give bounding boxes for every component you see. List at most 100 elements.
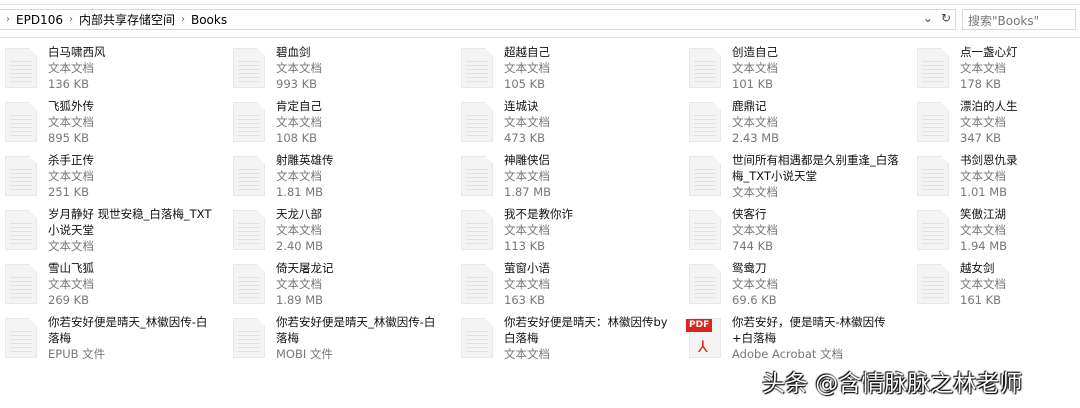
file-size: 1.81 MB <box>276 185 324 199</box>
file-size: 105 KB <box>504 77 546 91</box>
file-name: 书剑恩仇录 <box>960 153 1018 167</box>
file-type: 文本文档 <box>48 277 94 291</box>
file-name: 越女剑 <box>960 261 995 275</box>
breadcrumb-shared-storage[interactable]: 内部共享存储空间 <box>79 11 175 28</box>
address-bar[interactable]: › EPD106 › 内部共享存储空间 › Books ⌄ ↻ <box>0 9 956 30</box>
search-input[interactable]: 搜索"Books" <box>962 9 1076 30</box>
file-size: 347 KB <box>960 131 1002 145</box>
file-item[interactable]: 越女剑 文本文档 161 KB <box>917 260 1080 314</box>
file-type: 文本文档 <box>960 169 1006 183</box>
file-item[interactable]: 点一盏心灯文本文档 178 KB <box>917 44 1080 98</box>
file-item[interactable]: 白马啸西风 文本文档 136 KB <box>5 44 233 98</box>
text-file-icon <box>5 156 37 196</box>
file-item[interactable]: 倚天屠龙记 文本文档 1.89 MB <box>233 260 461 314</box>
file-type: 文本文档 <box>732 277 778 291</box>
text-file-icon <box>917 210 949 250</box>
file-item[interactable]: 你若安好便是晴天：林徽因传by白落梅文本文档 <box>461 314 689 368</box>
text-file-icon <box>233 102 265 142</box>
file-type: 文本文档 <box>276 277 322 291</box>
file-name: 碧血剑 <box>276 45 311 59</box>
pdf-file-icon: PDF ⅄ <box>686 318 721 358</box>
file-name: 杀手正传 <box>48 153 94 167</box>
file-type: 文本文档 <box>960 61 1006 75</box>
file-item[interactable]: 你若安好便是晴天_林徽因传-白落梅 EPUB 文件 <box>5 314 233 368</box>
file-name: 神雕侠侣 <box>504 153 550 167</box>
file-size: 744 KB <box>732 239 774 253</box>
file-item[interactable]: 杀手正传 文本文档 251 KB <box>5 152 233 206</box>
file-item[interactable]: 侠客行 文本文档 744 KB <box>689 206 917 260</box>
file-name: 你若安好便是晴天_林徽因传-白落梅 <box>276 315 436 345</box>
file-item[interactable]: 鹿鼎记 文本文档 2.43 MB <box>689 98 917 152</box>
text-file-icon <box>5 318 37 358</box>
file-name: 肯定自己 <box>276 99 322 113</box>
file-size: 136 KB <box>48 77 90 91</box>
file-item[interactable]: 创造自己 文本文档 101 KB <box>689 44 917 98</box>
file-name: 连城诀 <box>504 99 539 113</box>
file-item[interactable]: 碧血剑文本文档 993 KB <box>233 44 461 98</box>
chevron-down-icon[interactable]: ⌄ <box>923 11 933 25</box>
text-file-icon <box>917 156 949 196</box>
file-item[interactable]: 天龙八部 文本文档 2.40 MB <box>233 206 461 260</box>
text-file-icon <box>689 210 721 250</box>
file-type: 文本文档 <box>276 223 322 237</box>
file-item[interactable]: 连城诀 文本文档 473 KB <box>461 98 689 152</box>
file-type: 文本文档 <box>732 185 778 199</box>
file-size: 1.89 MB <box>276 293 324 307</box>
file-name: 雪山飞狐 <box>48 261 94 275</box>
file-size: 1.01 MB <box>960 185 1008 199</box>
file-name: 世间所有相遇都是久别重逢_白落梅_TXT小说天堂 <box>732 153 899 183</box>
file-item[interactable]: 我不是教你诈 文本文档 113 KB <box>461 206 689 260</box>
file-name: 笑傲江湖 <box>960 207 1006 221</box>
file-item[interactable]: 神雕侠侣 文本文档 1.87 MB <box>461 152 689 206</box>
file-type: 文本文档 <box>48 239 94 253</box>
file-size: 993 KB <box>276 77 318 91</box>
text-file-icon <box>5 48 37 88</box>
file-name: 点一盏心灯 <box>960 45 1018 59</box>
text-file-icon <box>461 210 493 250</box>
file-size: 101 KB <box>732 77 774 91</box>
text-file-icon <box>5 264 37 304</box>
file-type: 文本文档 <box>960 223 1006 237</box>
file-item[interactable]: 你若安好便是晴天_林徽因传-白落梅 MOBI 文件 <box>233 314 461 368</box>
file-size: 2.43 MB <box>732 131 780 145</box>
file-item[interactable]: 肯定自己 文本文档 108 KB <box>233 98 461 152</box>
file-size: 163 KB <box>504 293 546 307</box>
file-item[interactable]: 射雕英雄传 文本文档 1.81 MB <box>233 152 461 206</box>
file-size: 269 KB <box>48 293 90 307</box>
breadcrumb-books[interactable]: Books <box>191 13 227 27</box>
breadcrumb-epd106[interactable]: EPD106 <box>16 13 63 27</box>
file-type: 文本文档 <box>504 169 550 183</box>
text-file-icon <box>5 210 37 250</box>
file-item[interactable]: 笑傲江湖 文本文档 1.94 MB <box>917 206 1080 260</box>
text-file-icon <box>461 264 493 304</box>
text-file-icon <box>689 48 721 88</box>
file-type: 文本文档 <box>504 347 550 361</box>
file-item[interactable]: 鸳鸯刀 文本文档 69.6 KB <box>689 260 917 314</box>
file-size: 251 KB <box>48 185 90 199</box>
file-item[interactable]: 飞狐外传 文本文档 895 KB <box>5 98 233 152</box>
text-file-icon <box>689 156 721 196</box>
file-type: 文本文档 <box>732 61 778 75</box>
file-name: 你若安好便是晴天：林徽因传by白落梅 <box>504 315 668 345</box>
text-file-icon <box>689 102 721 142</box>
file-item[interactable]: 书剑恩仇录文本文档 1.01 MB <box>917 152 1080 206</box>
file-item[interactable]: 世间所有相遇都是久别重逢_白落梅_TXT小说天堂文本文档 <box>689 152 917 206</box>
file-size: 178 KB <box>960 77 1002 91</box>
file-name: 侠客行 <box>732 207 767 221</box>
pdf-badge: PDF <box>686 319 713 332</box>
file-type: 文本文档 <box>276 61 322 75</box>
file-item[interactable]: 岁月静好 现世安稳_白落梅_TXT小说天堂文本文档 <box>5 206 233 260</box>
chevron-right-icon: › <box>180 14 185 25</box>
text-file-icon <box>233 156 265 196</box>
text-file-icon <box>461 48 493 88</box>
file-size: 108 KB <box>276 131 318 145</box>
file-item[interactable]: 超越自己 文本文档 105 KB <box>461 44 689 98</box>
file-name: 岁月静好 现世安稳_白落梅_TXT小说天堂 <box>48 207 212 237</box>
file-item[interactable]: 萤窗小语 文本文档 163 KB <box>461 260 689 314</box>
file-name: 萤窗小语 <box>504 261 550 275</box>
file-item[interactable]: 雪山飞狐文本文档 269 KB <box>5 260 233 314</box>
refresh-icon[interactable]: ↻ <box>941 11 951 25</box>
file-name: 鹿鼎记 <box>732 99 767 113</box>
file-item[interactable]: PDF ⅄ 你若安好，便是晴天-林徽因传+白落梅 Adobe Acrobat 文档 <box>686 314 917 368</box>
file-item[interactable]: 漂泊的人生 文本文档 347 KB <box>917 98 1080 152</box>
